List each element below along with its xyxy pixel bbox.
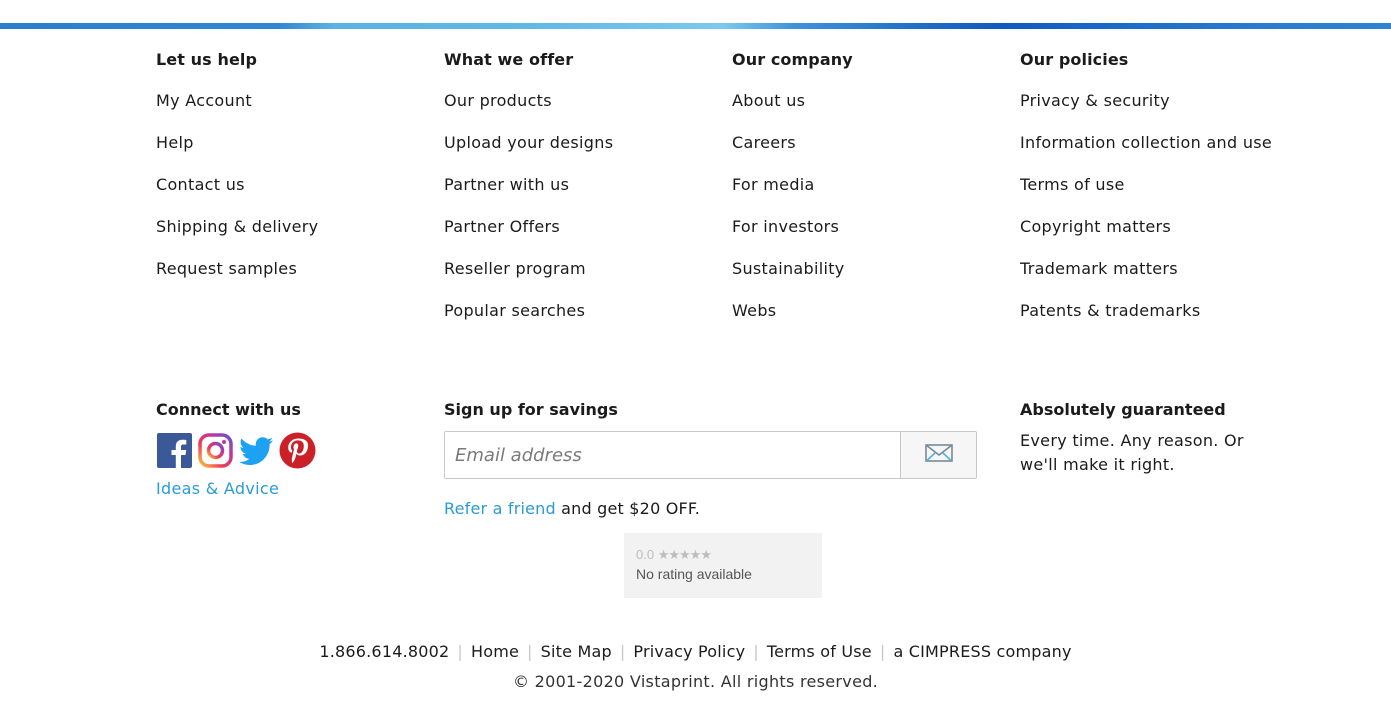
signup-section: Sign up for savings Refer a friend and g… <box>444 397 977 520</box>
link-list: Our products Upload your designs Partner… <box>444 90 613 342</box>
link-patents-trademarks[interactable]: Patents & trademarks <box>1020 300 1272 342</box>
social-icons <box>156 431 316 469</box>
link-upload-designs[interactable]: Upload your designs <box>444 132 613 174</box>
rating-widget[interactable]: 0.0 ★★★★★ No rating available <box>624 533 822 598</box>
rating-score: 0.0 <box>636 547 655 562</box>
link-contact-us[interactable]: Contact us <box>156 174 318 216</box>
link-shipping-delivery[interactable]: Shipping & delivery <box>156 216 318 258</box>
link-reseller-program[interactable]: Reseller program <box>444 258 613 300</box>
separator: | <box>457 642 463 661</box>
footer-column-policies: Our policies Privacy & security Informat… <box>1020 47 1272 342</box>
refer-friend-link[interactable]: Refer a friend <box>444 499 556 518</box>
link-privacy-security[interactable]: Privacy & security <box>1020 90 1272 132</box>
link-my-account[interactable]: My Account <box>156 90 318 132</box>
link-help[interactable]: Help <box>156 132 318 174</box>
cimpress-company-link[interactable]: a CIMPRESS company <box>893 642 1071 661</box>
link-careers[interactable]: Careers <box>732 132 853 174</box>
link-popular-searches[interactable]: Popular searches <box>444 300 613 342</box>
link-partner-offers[interactable]: Partner Offers <box>444 216 613 258</box>
separator: | <box>879 642 886 661</box>
link-for-investors[interactable]: For investors <box>732 216 853 258</box>
guarantee-title: Absolutely guaranteed <box>1020 400 1226 419</box>
link-copyright-matters[interactable]: Copyright matters <box>1020 216 1272 258</box>
footer-column-help: Let us help My Account Help Contact us S… <box>156 47 318 300</box>
connect-title: Connect with us <box>156 400 301 419</box>
column-title: What we offer <box>444 50 574 69</box>
link-terms-of-use[interactable]: Terms of use <box>1020 174 1272 216</box>
column-title: Our policies <box>1020 50 1129 69</box>
refer-friend-text: and get $20 OFF. <box>555 499 701 518</box>
refer-friend-line: Refer a friend and get $20 OFF. <box>444 498 977 520</box>
signup-title: Sign up for savings <box>444 400 618 419</box>
terms-of-use-link[interactable]: Terms of Use <box>767 642 872 661</box>
link-information-collection[interactable]: Information collection and use <box>1020 132 1272 174</box>
privacy-policy-link[interactable]: Privacy Policy <box>633 642 745 661</box>
footer-column-company: Our company About us Careers For media F… <box>732 47 853 342</box>
column-title: Our company <box>732 50 853 69</box>
facebook-icon[interactable] <box>156 432 193 469</box>
column-title: Let us help <box>156 50 258 69</box>
link-webs[interactable]: Webs <box>732 300 853 342</box>
rating-score-row: 0.0 ★★★★★ <box>636 547 810 563</box>
bottom-links: 1.866.614.8002 | Home | Site Map | Privacy Pol… <box>0 640 1391 664</box>
email-input[interactable] <box>445 432 900 478</box>
phone-number[interactable]: 1.866.614.8002 <box>319 642 449 661</box>
top-accent-bar <box>0 23 1391 29</box>
link-about-us[interactable]: About us <box>732 90 853 132</box>
twitter-icon[interactable] <box>238 432 275 469</box>
rating-text: No rating available <box>636 566 752 582</box>
link-our-products[interactable]: Our products <box>444 90 613 132</box>
email-submit-button[interactable] <box>900 432 976 478</box>
ideas-advice-link[interactable]: Ideas & Advice <box>156 478 316 500</box>
separator: | <box>753 642 759 661</box>
connect-section: Connect with us Ideas & Advice <box>156 397 316 500</box>
link-list: Privacy & security Information collectio… <box>1020 90 1272 342</box>
footer-column-offer: What we offer Our products Upload your d… <box>444 47 613 342</box>
guarantee-text: Every time. Any reason. Or we'll make it… <box>1020 431 1244 474</box>
home-link[interactable]: Home <box>471 642 519 661</box>
link-partner-with-us[interactable]: Partner with us <box>444 174 613 216</box>
envelope-icon <box>924 444 953 466</box>
site-map-link[interactable]: Site Map <box>541 642 612 661</box>
guarantee-section: Absolutely guaranteed Every time. Any re… <box>1020 397 1270 477</box>
link-request-samples[interactable]: Request samples <box>156 258 318 300</box>
link-list: About us Careers For media For investors… <box>732 90 853 342</box>
link-sustainability[interactable]: Sustainability <box>732 258 853 300</box>
separator: | <box>527 642 533 661</box>
rating-stars-icon: ★★★★★ <box>657 547 712 562</box>
instagram-icon[interactable] <box>197 432 234 469</box>
link-list: My Account Help Contact us Shipping & de… <box>156 90 318 300</box>
copyright: © 2001-2020 Vistaprint. All rights reser… <box>512 672 879 691</box>
pinterest-icon[interactable] <box>279 432 316 469</box>
link-for-media[interactable]: For media <box>732 174 853 216</box>
link-trademark-matters[interactable]: Trademark matters <box>1020 258 1272 300</box>
separator: | <box>619 642 626 661</box>
email-signup-form <box>444 431 977 479</box>
